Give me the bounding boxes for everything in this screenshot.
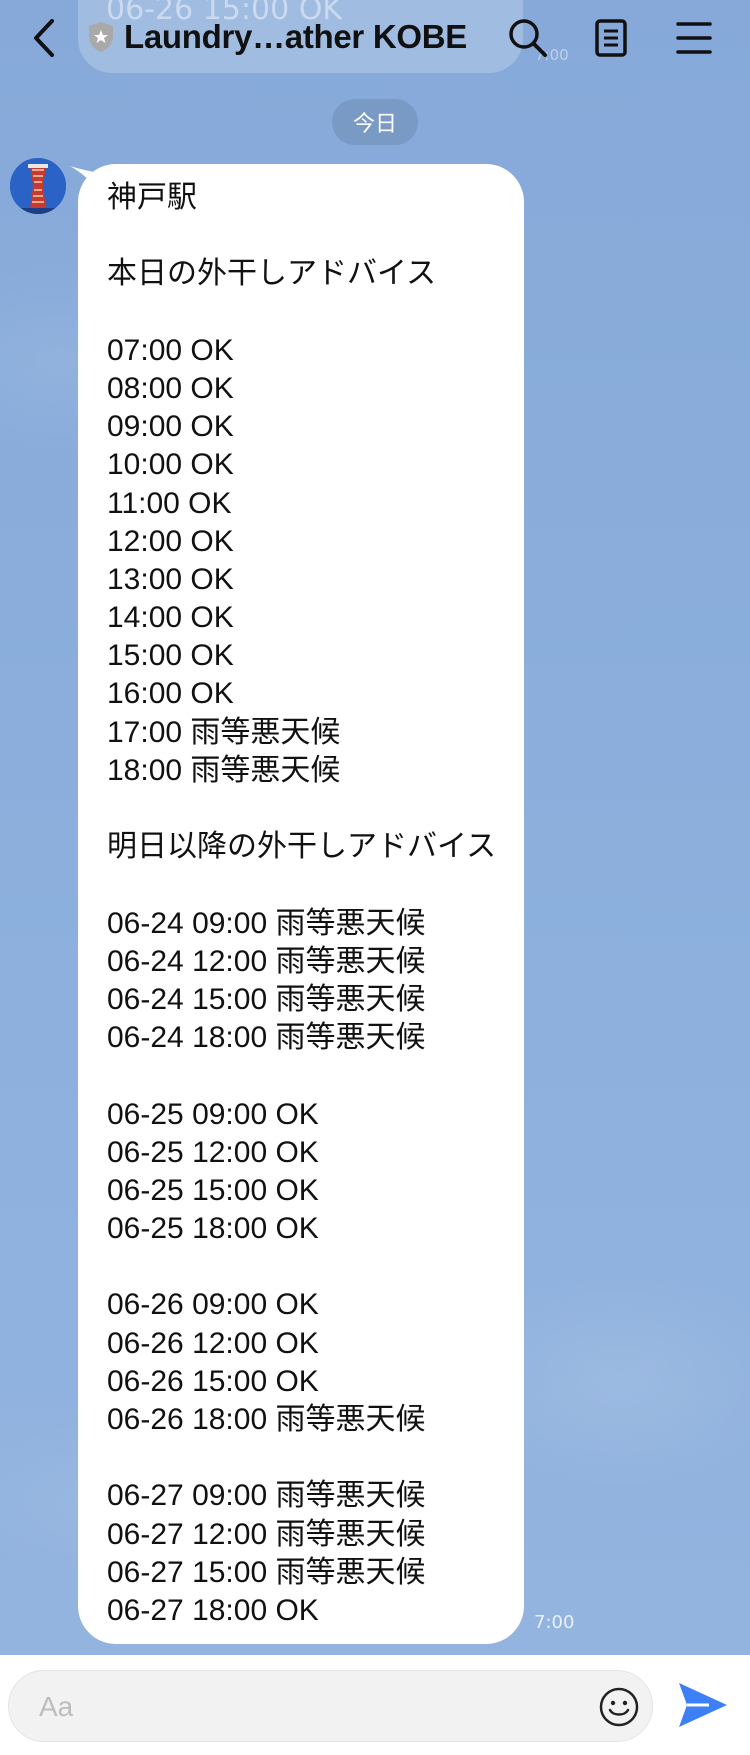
message-input[interactable] [39,1671,579,1743]
back-button[interactable] [24,14,64,62]
shield-icon [89,22,113,52]
notes-icon [595,19,627,57]
message-line: 16:00 OK [107,677,234,711]
message-line: 12:00 OK [107,524,234,558]
send-button[interactable] [675,1677,731,1733]
message-line: 06-26 12:00 OK [107,1326,319,1360]
date-divider: 今日 [332,99,418,145]
message-line: 06-27 18:00 OK [107,1593,319,1627]
message-line: 06-26 09:00 OK [107,1288,319,1322]
message-line: 06-25 15:00 OK [107,1173,319,1207]
message-line: 14:00 OK [107,601,234,635]
message-line: 本日の外干しアドバイス [107,257,437,291]
avatar[interactable] [10,158,66,214]
message-line: 06-25 18:00 OK [107,1212,319,1246]
message-line: 06-24 15:00 雨等悪天候 [107,982,426,1016]
emoji-icon [599,1687,639,1727]
emoji-button[interactable] [597,1685,641,1729]
message-line: 06-26 15:00 OK [107,1364,319,1398]
message-line: 06-26 18:00 雨等悪天候 [107,1403,426,1436]
message-line: 10:00 OK [107,448,234,482]
message-line: 09:00 OK [107,410,234,444]
menu-icon [676,22,712,54]
message-line: 13:00 OK [107,562,234,596]
search-button[interactable] [506,16,550,60]
message-line: 06-25 12:00 OK [107,1135,319,1169]
message-line: 15:00 OK [107,639,234,673]
chat-header: Laundry…ather KOBE [0,0,750,76]
message-line: 06-27 12:00 雨等悪天候 [107,1517,426,1551]
message-line: 07:00 OK [107,333,234,367]
message-line: 神戸駅 [107,181,197,214]
message-line: 06-24 09:00 雨等悪天候 [107,906,426,940]
message-line: 11:00 OK [107,486,232,520]
message-line: 06-24 18:00 雨等悪天候 [107,1021,426,1055]
message-line: 明日以降の外干しアドバイス [107,830,497,864]
chat-title-area[interactable]: Laundry…ather KOBE [86,18,467,56]
menu-button[interactable] [672,16,716,60]
message-time: 7:00 [534,1612,575,1633]
message-line: 18:00 雨等悪天候 [107,753,341,787]
notes-button[interactable] [589,16,633,60]
search-icon [509,19,547,57]
message-line: 17:00 雨等悪天候 [107,715,341,749]
send-icon [679,1683,727,1727]
message-line: 06-27 09:00 雨等悪天候 [107,1479,426,1513]
message-line: 06-25 09:00 OK [107,1097,319,1131]
chat-title: Laundry…ather KOBE [124,18,467,55]
message-input-box[interactable] [8,1670,653,1743]
message-line: 06-27 15:00 雨等悪天候 [107,1555,426,1589]
kobe-port-tower-icon [10,158,66,214]
message-bubble[interactable]: 神戸駅本日の外干しアドバイス 07:00 OK 08:00 OK 09:00 OK 10… [78,164,524,1644]
back-arrow-icon [34,19,54,57]
message-line: 08:00 OK [107,371,234,405]
message-composer [0,1655,750,1755]
message-line: 06-24 12:00 雨等悪天候 [107,944,426,978]
